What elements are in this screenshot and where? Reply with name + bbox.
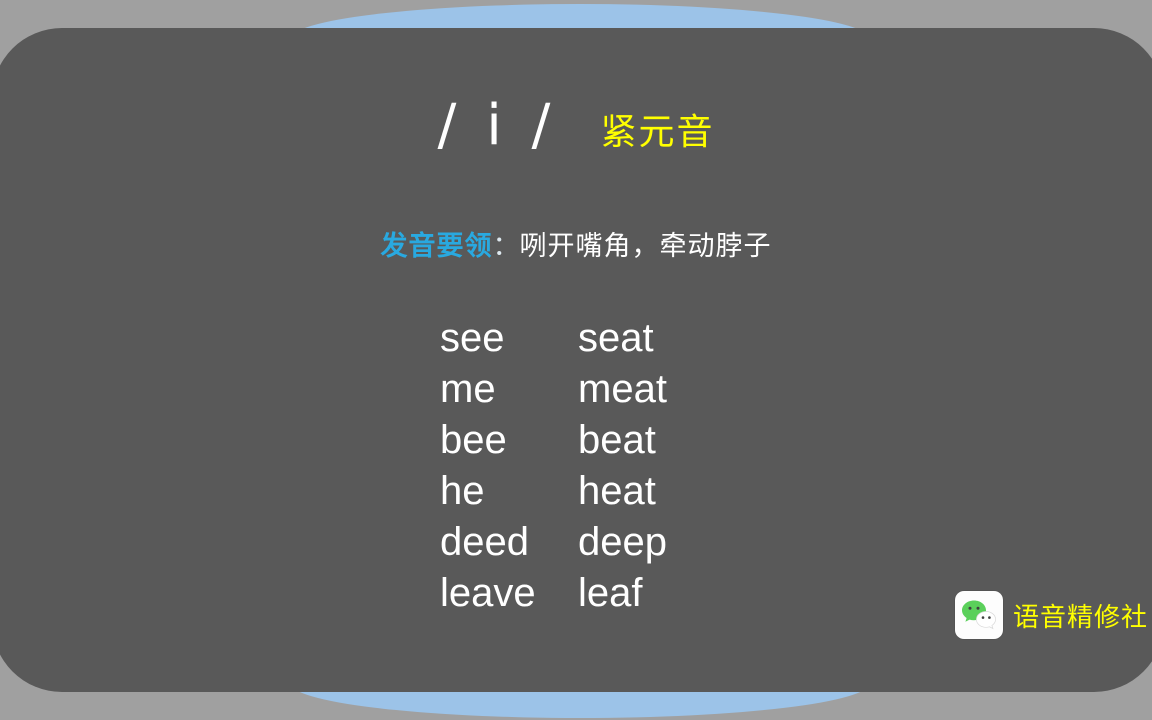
word-right: heat [578, 468, 656, 513]
pronunciation-tip: 发音要领：咧开嘴角，牵动脖子 [0, 230, 1152, 262]
phoneme-symbol: / i / [437, 93, 557, 158]
word-pair-row: deed deep [440, 516, 860, 567]
slide-title: / i / 紧元音 [0, 98, 1152, 154]
word-pair-row: leave leaf [440, 567, 860, 618]
vowel-category-label: 紧元音 [600, 111, 715, 152]
watermark: 语音精修社 [955, 591, 1148, 639]
wechat-icon [955, 591, 1003, 639]
word-pair-row: me meat [440, 363, 860, 414]
word-right: leaf [578, 570, 643, 615]
word-pair-row: he heat [440, 465, 860, 516]
word-left: he [440, 468, 485, 513]
word-right: deep [578, 519, 667, 564]
word-left: deed [440, 519, 529, 564]
word-right: beat [578, 417, 656, 462]
word-right: seat [578, 315, 654, 360]
pronunciation-tip-text: 咧开嘴角，牵动脖子 [519, 231, 772, 261]
slide-canvas: / i / 紧元音 发音要领：咧开嘴角，牵动脖子 see seat me mea… [0, 0, 1152, 720]
word-pair-row: see seat [440, 312, 860, 363]
pronunciation-tip-colon: ： [492, 231, 520, 261]
word-left: bee [440, 417, 507, 462]
word-left: see [440, 315, 505, 360]
watermark-text: 语音精修社 [1013, 602, 1149, 633]
word-pair-list: see seat me meat bee beat he heat deed d… [440, 312, 860, 618]
word-left: me [440, 366, 496, 411]
pronunciation-tip-label: 发音要领 [380, 231, 493, 261]
word-right: meat [578, 366, 667, 411]
word-left: leave [440, 570, 536, 615]
word-pair-row: bee beat [440, 414, 860, 465]
